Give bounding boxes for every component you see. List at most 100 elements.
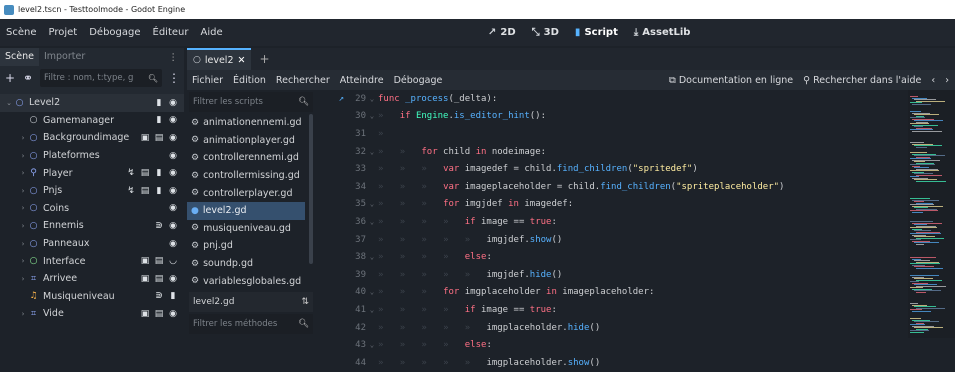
menu-goto[interactable]: Atteindre [335, 75, 389, 86]
visibility-icon[interactable]: ◉ [168, 309, 178, 319]
script-list-item[interactable]: ⚙ animationennemi.gd [187, 114, 305, 132]
scene-tree-node[interactable]: › ○ Interface ▣ ▤ ◡ [0, 252, 184, 270]
chevron-right-icon[interactable]: › [18, 222, 28, 230]
scene-root-node[interactable]: ⌄ ○ Level2 ▮ ◉ [0, 94, 184, 112]
curve-icon[interactable]: ◡ [168, 256, 178, 266]
clapper-icon[interactable]: ▤ [154, 309, 164, 319]
main-screen-script[interactable]: ▮ Script [575, 27, 618, 38]
fold-chevron-icon[interactable]: ⌄ [366, 218, 378, 226]
clapper-icon[interactable]: ▤ [154, 133, 164, 143]
search-help-button[interactable]: ⚲ Rechercher dans l'aide [803, 75, 921, 86]
dock-options-icon[interactable]: ⋮ [169, 52, 185, 63]
menu-editor[interactable]: Éditeur [147, 27, 195, 38]
code-line[interactable]: 43 ⌄» » » » else: [318, 336, 908, 354]
fold-chevron-icon[interactable]: ⌄ [366, 200, 378, 208]
scene-tree-node[interactable]: › ○ Pnjs ↯ ▤ ▮ ◉ [0, 182, 184, 200]
history-back-icon[interactable]: ‹ [931, 75, 935, 86]
tab-level2[interactable]: ○ level2 ✕ [187, 48, 252, 70]
fold-chevron-icon[interactable]: ⌄ [366, 148, 378, 156]
menu-project[interactable]: Projet [43, 27, 84, 38]
link-icon[interactable]: ⚭ [22, 71, 34, 85]
script-list-item[interactable]: ⚙ animationplayer.gd [187, 132, 305, 150]
code-line[interactable]: 44 » » » » » imgplaceholder.show() [318, 354, 908, 372]
script-list-item[interactable]: ⚙ controllerplayer.gd [187, 184, 305, 202]
script-filter-input[interactable]: Filtrer les scripts 🔍︎ [189, 92, 313, 112]
signal-icon[interactable]: ↯ [126, 186, 136, 196]
scene-tree-node[interactable]: ○ Gamemanager ▮ ◉ [0, 112, 184, 130]
scene-tree-node[interactable]: › ○ Coins ◉ [0, 200, 184, 218]
script-list-item[interactable]: ⚙ controllermissing.gd [187, 167, 305, 185]
code-line[interactable]: 33 » » » var imagedef = child.find_childr… [318, 160, 908, 178]
main-screen-assetlib[interactable]: ⤓ AssetLib [634, 27, 691, 38]
close-icon[interactable]: ✕ [238, 55, 246, 66]
scene-tree-node[interactable]: › ○ Ennemis ⋑ ◉ [0, 217, 184, 235]
group-icon[interactable]: ▣ [140, 274, 150, 284]
scene-tree-node[interactable]: › ○ Plateformes ◉ [0, 147, 184, 165]
scene-tree-node[interactable]: ♫ Musiqueniveau ⋑ ▮ [0, 288, 184, 306]
scene-tree-node[interactable]: › ⚲ Player ↯ ▤ ▮ ◉ [0, 164, 184, 182]
code-line[interactable]: ↗ 29 ⌄ func _process(_delta): [318, 90, 908, 108]
visibility-icon[interactable]: ◉ [168, 239, 178, 249]
visibility-icon[interactable]: ◉ [168, 151, 178, 161]
clapper-icon[interactable]: ▤ [154, 274, 164, 284]
scene-tree-node[interactable]: › ○ Backgroundimage ▣ ▤ ◉ [0, 129, 184, 147]
visibility-icon[interactable]: ◉ [168, 133, 178, 143]
script-icon[interactable]: ▮ [168, 291, 178, 301]
scene-tree-node[interactable]: › ⌗ Vide ▣ ▤ ◉ [0, 305, 184, 323]
fold-chevron-icon[interactable]: ⌄ [366, 95, 378, 103]
code-line[interactable]: 38 ⌄» » » » else: [318, 248, 908, 266]
code-line[interactable]: 31 » [318, 125, 908, 143]
fold-chevron-icon[interactable]: ⌄ [366, 306, 378, 314]
script-list-scrollbar[interactable] [309, 114, 313, 264]
chevron-right-icon[interactable]: › [18, 134, 28, 142]
fold-chevron-icon[interactable]: ⌄ [366, 112, 378, 120]
main-screen-2d[interactable]: ↗ 2D [488, 27, 516, 38]
menu-edit[interactable]: Édition [228, 75, 271, 86]
script-list-item[interactable]: ⚙ variablesglobales.gd [187, 272, 305, 290]
tab-import[interactable]: Importer [39, 48, 90, 66]
script-icon[interactable]: ▮ [154, 115, 164, 125]
clapper-icon[interactable]: ▤ [140, 186, 150, 196]
code-line[interactable]: 32 ⌄» » for child in nodeimage: [318, 143, 908, 161]
chevron-right-icon[interactable]: › [18, 310, 28, 318]
menu-help[interactable]: Aide [194, 27, 228, 38]
script-icon[interactable]: ▮ [154, 168, 164, 178]
script-list-item[interactable]: ● level2.gd [187, 201, 305, 220]
history-forward-icon[interactable]: › [945, 75, 949, 86]
fold-chevron-icon[interactable]: ⌄ [366, 341, 378, 349]
visibility-icon[interactable]: ◉ [168, 186, 178, 196]
code-minimap[interactable] [908, 90, 955, 338]
chevron-right-icon[interactable]: › [18, 187, 28, 195]
add-node-icon[interactable]: + [4, 71, 16, 85]
visibility-icon[interactable]: ◉ [168, 115, 178, 125]
clapper-icon[interactable]: ▤ [140, 168, 150, 178]
code-line[interactable]: 30 ⌄» if Engine.is_editor_hint(): [318, 108, 908, 126]
menu-script-debug[interactable]: Débogage [389, 75, 448, 86]
script-list-item[interactable]: ⚙ musiqueniveau.gd [187, 220, 305, 238]
broadcast-icon[interactable]: ⋑ [154, 291, 164, 301]
menu-scene[interactable]: Scène [0, 27, 43, 38]
online-docs-button[interactable]: ⧉ Documentation en ligne [669, 75, 793, 86]
scene-filter-input[interactable]: Filtre : nom, t:type, g 🔍︎ [40, 69, 162, 87]
code-line[interactable]: 34 » » » var imageplaceholder = child.fin… [318, 178, 908, 196]
fold-chevron-icon[interactable]: ⌄ [366, 288, 378, 296]
script-list-item[interactable]: ⚙ soundp.gd [187, 255, 305, 273]
scene-options-icon[interactable]: ⋮ [168, 71, 180, 85]
chevron-right-icon[interactable]: › [18, 257, 28, 265]
code-line[interactable]: 37 » » » » » imgjdef.show() [318, 231, 908, 249]
chevron-right-icon[interactable]: › [18, 204, 28, 212]
add-tab-icon[interactable]: + [251, 52, 277, 66]
broadcast-icon[interactable]: ⋑ [154, 221, 164, 231]
menu-search[interactable]: Rechercher [271, 75, 335, 86]
chevron-down-icon[interactable]: ⌄ [4, 99, 14, 107]
script-icon[interactable]: ▮ [154, 186, 164, 196]
signal-icon[interactable]: ↯ [126, 168, 136, 178]
chevron-right-icon[interactable]: › [18, 275, 28, 283]
group-icon[interactable]: ▣ [140, 256, 150, 266]
code-line[interactable]: 40 ⌄» » » for imgplaceholder in imageplac… [318, 284, 908, 302]
code-line[interactable]: 35 ⌄» » » for imgjdef in imagedef: [318, 196, 908, 214]
menu-file[interactable]: Fichier [187, 75, 228, 86]
visibility-icon[interactable]: ◉ [168, 203, 178, 213]
sort-icon[interactable]: ⇅ [301, 297, 309, 307]
chevron-right-icon[interactable]: › [18, 152, 28, 160]
